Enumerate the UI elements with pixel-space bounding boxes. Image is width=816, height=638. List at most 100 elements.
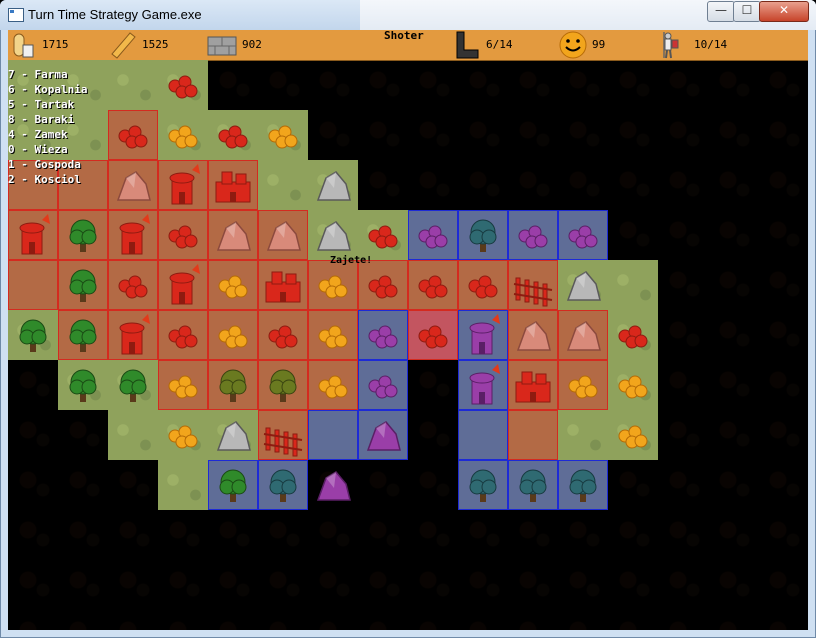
berries-icon <box>618 325 648 349</box>
knight-icon <box>663 32 679 59</box>
resource-bar: 1715 1525 902 Shoter 6/14 99 10/14 <box>8 30 808 61</box>
berries-icon <box>218 275 248 299</box>
rock-icon <box>216 421 251 451</box>
berries-icon <box>168 125 198 149</box>
berries-icon <box>318 375 348 399</box>
berries-icon <box>418 325 448 349</box>
berries-icon <box>568 375 598 399</box>
grass-tile[interactable] <box>258 160 308 210</box>
tree-icon <box>269 469 297 502</box>
tree-icon <box>69 269 97 302</box>
berries-icon <box>218 325 248 349</box>
game-map[interactable] <box>8 60 808 630</box>
player-territory-tile[interactable] <box>8 260 58 310</box>
fence-icon <box>263 427 303 457</box>
tree-icon <box>519 469 547 502</box>
legend-item: 4 - Zamek <box>8 128 68 141</box>
movement-resource: 6/14 <box>452 30 542 60</box>
tree-icon <box>19 319 47 352</box>
tower-icon <box>19 214 50 255</box>
berries-icon <box>318 325 348 349</box>
food-value: 1715 <box>42 38 69 51</box>
maximize-icon: ☐ <box>741 3 753 17</box>
berries-icon <box>318 275 348 299</box>
title-bar[interactable]: Turn Time Strategy Game.exe — ☐ ✕ <box>0 0 816 30</box>
tower-icon <box>469 314 500 355</box>
tower-icon <box>169 164 200 205</box>
tower-icon <box>119 314 150 355</box>
army-value: 10/14 <box>694 38 728 51</box>
smiley-icon <box>559 31 587 59</box>
legend-item: 7 - Farma <box>8 68 68 81</box>
berries-icon <box>168 325 198 349</box>
tree-icon <box>69 369 97 402</box>
army-resource: 10/14 <box>656 30 756 60</box>
happiness-value: 99 <box>592 38 606 51</box>
food-resource: 1715 <box>8 30 88 60</box>
window-title: Turn Time Strategy Game.exe <box>28 7 202 22</box>
movement-value: 6/14 <box>486 38 513 51</box>
fence-icon <box>513 277 553 307</box>
berries-icon <box>568 225 598 249</box>
plank-icon <box>111 32 136 59</box>
wood-resource: 1525 <box>108 30 198 60</box>
berries-icon <box>518 225 548 249</box>
tree-icon <box>469 469 497 502</box>
rock-icon <box>516 321 551 351</box>
rock-icon <box>116 171 151 201</box>
legend-item: 0 - Wieza <box>8 143 68 156</box>
berries-icon <box>268 325 298 349</box>
grass-tile[interactable] <box>158 460 208 510</box>
enemy-territory-tile[interactable] <box>458 410 508 460</box>
berries-icon <box>118 275 148 299</box>
tree-icon <box>219 469 247 502</box>
berries-icon <box>268 125 298 149</box>
app-icon <box>8 8 24 22</box>
berries-icon <box>618 375 648 399</box>
tower-icon <box>469 364 500 405</box>
boot-icon <box>456 31 479 59</box>
tree-icon <box>119 369 147 402</box>
berries-icon <box>168 75 198 99</box>
grass-tile[interactable] <box>558 410 608 460</box>
enemy-territory-tile[interactable] <box>308 410 358 460</box>
building-hotkeys-legend: 7 - Farma 6 - Kopalnia 5 - Tartak 8 - Barak… <box>8 67 87 187</box>
brick-icon <box>207 36 237 56</box>
player-territory-tile[interactable] <box>508 410 558 460</box>
berries-icon <box>468 275 498 299</box>
berries-icon <box>168 375 198 399</box>
rock-icon <box>216 221 251 251</box>
tree-icon <box>69 319 97 352</box>
rock-icon <box>316 221 351 251</box>
status-message: Zajete! <box>330 255 373 266</box>
grass-tile[interactable] <box>108 410 158 460</box>
close-button[interactable]: ✕ <box>759 1 809 22</box>
berries-icon <box>418 225 448 249</box>
rock-icon <box>566 321 601 351</box>
stone-value: 902 <box>242 38 262 51</box>
bread-icon <box>13 33 34 58</box>
rock-icon <box>566 271 601 301</box>
berries-icon <box>368 275 398 299</box>
minimize-icon: — <box>715 3 727 17</box>
game-canvas[interactable]: 1715 1525 902 Shoter 6/14 99 10/14 7 - F… <box>8 30 808 630</box>
close-icon: ✕ <box>778 3 790 17</box>
berries-icon <box>218 125 248 149</box>
game-window: Turn Time Strategy Game.exe — ☐ ✕ 1715 1… <box>0 0 816 638</box>
berries-icon <box>418 275 448 299</box>
grass-tile[interactable] <box>108 60 158 110</box>
minimize-button[interactable]: — <box>707 1 735 22</box>
maximize-button[interactable]: ☐ <box>733 1 761 22</box>
berries-icon <box>368 325 398 349</box>
castle-icon <box>215 171 251 203</box>
selected-unit-name: Shoter <box>384 30 424 42</box>
berries-icon <box>368 225 398 249</box>
grass-tile[interactable] <box>608 260 658 310</box>
rock-icon <box>266 221 301 251</box>
rock-icon <box>366 421 401 451</box>
wood-value: 1525 <box>142 38 169 51</box>
tower-icon <box>169 264 200 305</box>
stone-resource: 902 <box>206 30 286 60</box>
tower-icon <box>119 214 150 255</box>
tree-icon <box>569 469 597 502</box>
